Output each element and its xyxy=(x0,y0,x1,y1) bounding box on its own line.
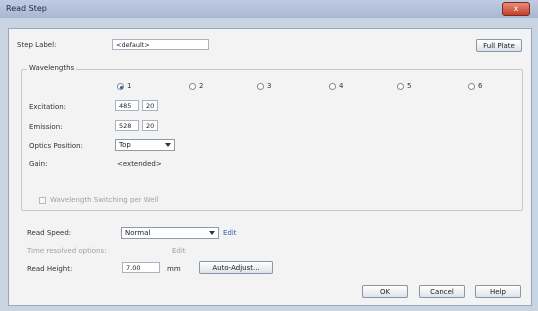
wavelength-radio-2[interactable] xyxy=(189,83,196,90)
dialog-panel: Step Label: <default> Full Plate Wavelen… xyxy=(8,28,532,306)
wavelength-radio-1-label: 1 xyxy=(127,82,132,90)
read-speed-edit-link[interactable]: Edit xyxy=(223,229,237,237)
wavelengths-group-title: Wavelengths xyxy=(27,64,77,72)
wavelength-radio-6-label: 6 xyxy=(478,82,483,90)
gain-label: Gain: xyxy=(29,160,48,168)
emission-input[interactable]: 528 xyxy=(115,120,139,131)
excitation-input[interactable]: 485 xyxy=(115,100,139,111)
read-speed-label: Read Speed: xyxy=(27,229,72,237)
ok-button[interactable]: OK xyxy=(362,285,408,298)
read-step-dialog: Read Step x Step Label: <default> Full P… xyxy=(0,0,538,311)
emission-bandwidth-input[interactable]: 20 xyxy=(142,120,158,131)
optics-position-label: Optics Position: xyxy=(29,142,83,150)
read-height-unit: mm xyxy=(167,265,181,273)
window-title: Read Step xyxy=(6,4,47,13)
wavelength-switching-label: Wavelength Switching per Well xyxy=(50,196,159,204)
excitation-bandwidth-input[interactable]: 20 xyxy=(142,100,158,111)
help-button[interactable]: Help xyxy=(475,285,521,298)
wavelength-radio-2-label: 2 xyxy=(199,82,204,90)
full-plate-button[interactable]: Full Plate xyxy=(476,39,522,52)
time-resolved-label: Time resolved options: xyxy=(27,247,107,255)
wavelength-radio-6[interactable] xyxy=(468,83,475,90)
read-speed-select[interactable]: Normal xyxy=(121,227,219,239)
emission-label: Emission: xyxy=(29,123,63,131)
wavelength-radio-4-label: 4 xyxy=(339,82,344,90)
wavelength-radio-3-label: 3 xyxy=(267,82,272,90)
close-button[interactable]: x xyxy=(502,2,530,16)
wavelengths-group xyxy=(21,69,523,211)
step-label-input[interactable]: <default> xyxy=(112,39,209,50)
wavelength-radio-1[interactable] xyxy=(117,83,124,90)
chevron-down-icon xyxy=(209,231,215,235)
time-resolved-edit-link[interactable]: Edit xyxy=(172,247,186,255)
step-label-text: Step Label: xyxy=(17,41,57,49)
read-height-input[interactable]: 7.00 xyxy=(122,262,160,273)
excitation-label: Excitation: xyxy=(29,103,67,111)
wavelength-radio-4[interactable] xyxy=(329,83,336,90)
title-bar: Read Step x xyxy=(0,0,538,18)
chevron-down-icon xyxy=(165,143,171,147)
optics-position-value: Top xyxy=(119,141,131,149)
wavelength-radio-5-label: 5 xyxy=(407,82,412,90)
wavelength-radio-3[interactable] xyxy=(257,83,264,90)
read-height-label: Read Height: xyxy=(27,265,73,273)
optics-position-select[interactable]: Top xyxy=(115,139,175,151)
auto-adjust-button[interactable]: Auto-Adjust... xyxy=(199,261,273,274)
wavelength-switching-checkbox[interactable] xyxy=(39,197,46,204)
wavelength-radio-5[interactable] xyxy=(397,83,404,90)
gain-value: <extended> xyxy=(117,160,162,168)
cancel-button[interactable]: Cancel xyxy=(419,285,465,298)
read-speed-value: Normal xyxy=(125,229,151,237)
